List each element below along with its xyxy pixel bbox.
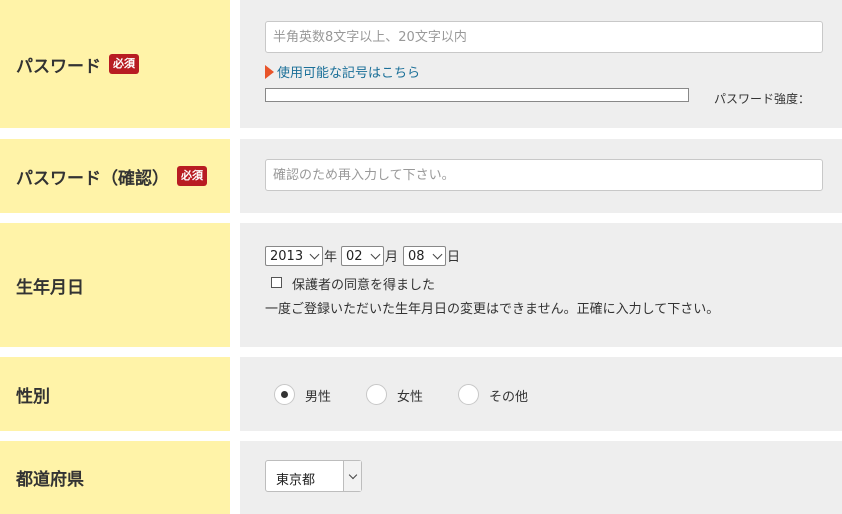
chevron-down-icon <box>309 249 320 260</box>
parental-consent-label: 保護者の同意を得ました <box>292 278 436 293</box>
gender-option-female: 女性 <box>397 390 424 405</box>
prefecture-label: 都道府県 <box>0 441 230 514</box>
gender-radio-female[interactable] <box>366 384 387 405</box>
password-strength-label: パスワード強度： <box>714 92 811 106</box>
month-unit: 月 <box>385 250 399 265</box>
gender-radio-other[interactable] <box>458 384 479 405</box>
password-label: パスワード 必須 <box>0 0 230 128</box>
chevron-down-icon <box>348 470 358 480</box>
required-badge: 必須 <box>109 54 139 74</box>
password-confirm-content <box>240 139 842 213</box>
password-content: 使用可能な記号はこちら パスワード強度： <box>240 0 842 128</box>
password-confirm-input[interactable] <box>265 159 823 191</box>
required-badge: 必須 <box>177 166 207 186</box>
day-unit: 日 <box>447 250 461 265</box>
chevron-down-icon <box>432 249 443 260</box>
password-strength-meter <box>265 88 689 102</box>
prefecture-select[interactable]: 東京都 <box>265 460 362 492</box>
radio-selected-dot <box>281 391 288 398</box>
password-confirm-row: パスワード（確認） 必須 <box>0 139 842 213</box>
symbols-link[interactable]: 使用可能な記号はこちら <box>265 62 420 81</box>
gender-radio-male[interactable] <box>274 384 295 405</box>
birth-year-select[interactable]: 2013 <box>265 246 323 266</box>
gender-option-other: その他 <box>489 390 529 405</box>
birthday-note: 一度ご登録いただいた生年月日の変更はできません。正確に入力して下さい。 <box>265 302 720 317</box>
birth-day-select[interactable]: 08 <box>403 246 446 266</box>
password-confirm-label: パスワード（確認） 必須 <box>0 139 230 213</box>
gender-option-male: 男性 <box>305 390 332 405</box>
prefecture-row: 都道府県 <box>0 441 842 514</box>
year-unit: 年 <box>324 250 338 265</box>
birthday-label: 生年月日 <box>0 223 230 347</box>
chevron-down-icon <box>370 249 381 260</box>
gender-label: 性別 <box>0 357 230 431</box>
dropdown-button[interactable] <box>343 461 361 491</box>
arrow-right-icon <box>265 64 274 79</box>
password-row: パスワード 必須 使用可能な記号はこちら パスワード強度： <box>0 0 842 128</box>
parental-consent-checkbox[interactable] <box>271 277 282 288</box>
birth-month-select[interactable]: 02 <box>341 246 384 266</box>
password-input[interactable] <box>265 21 823 53</box>
